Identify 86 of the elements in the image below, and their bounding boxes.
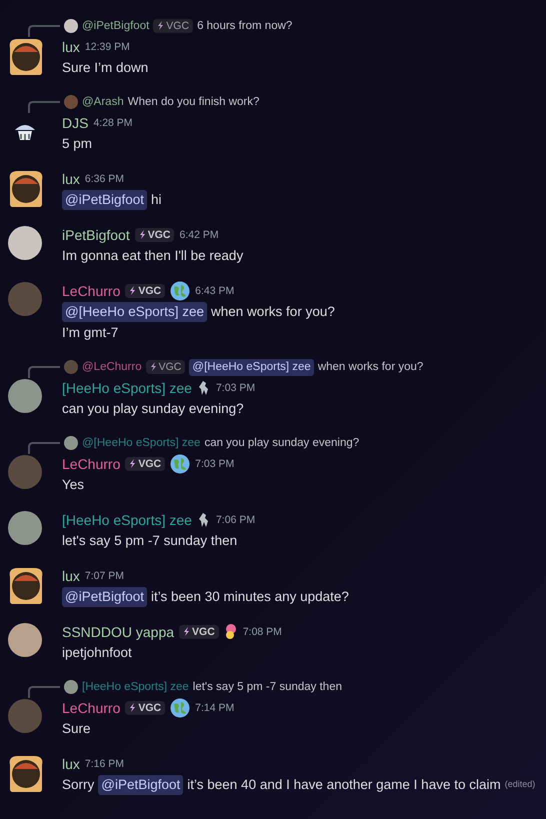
reply-author[interactable]: @Arash: [82, 96, 124, 108]
server-tag[interactable]: VGC: [134, 228, 174, 242]
lightning-icon: [183, 626, 190, 636]
username[interactable]: DJS: [62, 114, 88, 130]
reply-preview[interactable]: 6 hours from now?: [197, 20, 292, 32]
flower-icon[interactable]: [224, 622, 238, 640]
reply-author[interactable]: [HeeHo eSports] zee: [82, 681, 189, 693]
message-text: it’s been 30 minutes any update?: [151, 588, 349, 606]
message-text: let's say 5 pm -7 sunday then: [62, 532, 238, 550]
avatar[interactable]: [64, 19, 78, 33]
lightning-icon: [138, 230, 146, 238]
server-tag[interactable]: VGC: [125, 284, 166, 298]
globe-icon[interactable]: [170, 454, 190, 474]
username[interactable]: lux: [62, 568, 80, 584]
timestamp: 7:08 PM: [242, 626, 282, 638]
message-text: 5 pm: [62, 135, 92, 153]
timestamp: 4:28 PM: [93, 116, 133, 128]
lightning-icon: [150, 362, 157, 371]
avatar[interactable]: [8, 623, 42, 657]
avatar[interactable]: [64, 436, 78, 450]
timestamp: 7:16 PM: [84, 758, 124, 770]
message-text: it’s been 40 and I have another game I have to claim: [187, 776, 501, 794]
message-text: hi: [151, 191, 162, 209]
username[interactable]: LeChurro: [62, 700, 120, 716]
avatar[interactable]: [64, 680, 78, 694]
timestamp: 6:36 PM: [84, 172, 124, 184]
timestamp: 7:03 PM: [195, 458, 234, 470]
globe-icon[interactable]: [170, 280, 190, 300]
message-text: I’m gmt-7: [62, 324, 118, 342]
reply-author[interactable]: @iPetBigfoot: [82, 20, 150, 32]
reply-author[interactable]: @[HeeHo eSports] zee: [82, 437, 200, 449]
username[interactable]: [HeeHo eSports] zee: [62, 512, 192, 528]
timestamp: 7:14 PM: [195, 702, 234, 714]
server-tag[interactable]: VGC: [179, 624, 219, 638]
message-text: Sorry: [62, 776, 94, 794]
message-text: ipetjohnfoot: [62, 644, 132, 662]
username[interactable]: SSNDDOU yappa: [62, 624, 174, 640]
figure-icon[interactable]: [196, 512, 211, 528]
timestamp: 7:03 PM: [216, 382, 256, 394]
lightning-icon: [129, 702, 136, 712]
avatar[interactable]: [8, 511, 42, 545]
reply-preview[interactable]: when works for you?: [318, 361, 424, 373]
timestamp: 7:06 PM: [216, 514, 256, 526]
username[interactable]: LeChurro: [62, 456, 120, 472]
reply-connector-icon: [28, 686, 60, 698]
reply-preview[interactable]: let's say 5 pm -7 sunday then: [192, 681, 342, 693]
reply-connector-icon: [28, 25, 60, 37]
mention-link[interactable]: @[HeeHo eSports] zee: [62, 302, 208, 322]
globe-icon[interactable]: [170, 698, 190, 718]
timestamp: 6:43 PM: [195, 284, 234, 296]
message-text: Sure: [62, 720, 91, 738]
figure-icon[interactable]: [196, 380, 211, 396]
lightning-icon: [157, 21, 164, 30]
avatar[interactable]: [8, 379, 42, 413]
timestamp: 6:42 PM: [179, 228, 219, 240]
edited-label: (edited): [504, 778, 536, 791]
reply-connector-icon: [28, 101, 60, 113]
username[interactable]: iPetBigfoot: [62, 226, 130, 242]
server-tag[interactable]: VGC: [153, 19, 194, 33]
reply-preview[interactable]: can you play sunday evening?: [204, 437, 360, 449]
message-text: can you play sunday evening?: [62, 400, 244, 418]
message-text: Yes: [62, 476, 84, 494]
username[interactable]: lux: [62, 170, 80, 186]
reply-connector-icon: [28, 442, 60, 454]
username[interactable]: LeChurro: [62, 282, 120, 298]
server-tag[interactable]: VGC: [125, 700, 166, 714]
mention-link[interactable]: @iPetBigfoot: [62, 586, 147, 606]
timestamp: 7:07 PM: [84, 570, 124, 582]
server-tag[interactable]: VGC: [125, 456, 166, 470]
message-text: when works for you?: [211, 303, 335, 321]
avatar[interactable]: [8, 226, 42, 260]
username[interactable]: lux: [62, 38, 80, 54]
mention-link[interactable]: @iPetBigfoot: [62, 190, 147, 210]
message-text: Sure I’m down: [62, 59, 148, 77]
message-text: Im gonna eat then I'll be ready: [62, 247, 244, 265]
reply-author[interactable]: @LeChurro: [82, 361, 142, 373]
reply-preview[interactable]: When do you finish work?: [128, 96, 260, 108]
mention-link[interactable]: @[HeeHo eSports] zee: [189, 358, 314, 376]
username[interactable]: [HeeHo eSports] zee: [62, 380, 192, 396]
mention-link[interactable]: @iPetBigfoot: [98, 774, 184, 794]
server-tag[interactable]: VGC: [146, 360, 186, 374]
lightning-icon: [129, 458, 136, 468]
username[interactable]: lux: [62, 756, 80, 772]
reply-connector-icon: [28, 366, 60, 378]
timestamp: 12:39 PM: [84, 40, 130, 52]
lightning-icon: [129, 286, 136, 294]
